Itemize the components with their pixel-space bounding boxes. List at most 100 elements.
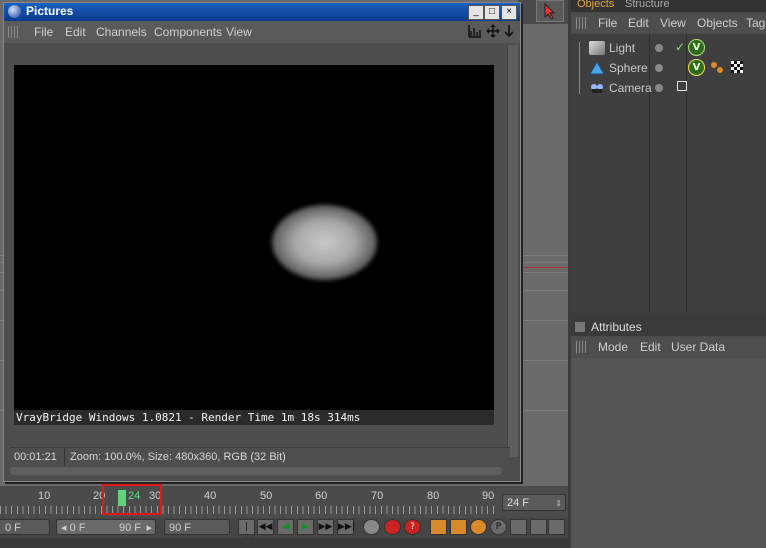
attributes-menu-edit[interactable]: Edit — [640, 340, 661, 354]
attributes-header: Attributes — [571, 318, 766, 336]
menu-edit[interactable]: Edit — [65, 25, 86, 39]
sphere-icon — [589, 61, 605, 75]
maximize-button[interactable]: □ — [484, 5, 500, 20]
vray-tag-icon[interactable]: V — [688, 39, 705, 56]
range-slider[interactable]: ◂ 0 F 90 F ▸ — [56, 519, 156, 535]
window-title: Pictures — [26, 4, 74, 18]
render-image[interactable]: VrayBridge Windows 1.0821 - Render Time … — [14, 65, 494, 425]
rendered-sphere — [272, 205, 377, 280]
object-row-light[interactable]: Light ✓ V — [579, 38, 759, 58]
timeline-ruler[interactable] — [0, 506, 496, 514]
range-end-value: 90 F — [119, 522, 142, 534]
highlight-box — [102, 484, 162, 515]
pictures-window[interactable]: Pictures _ □ × File Edit Channels Compon… — [3, 2, 521, 482]
zoom-arrow-icon[interactable] — [503, 24, 515, 41]
attributes-title: Attributes — [591, 320, 642, 334]
timeline[interactable]: 10 20 30 40 50 60 70 80 90 24 — [0, 484, 568, 518]
help-icon[interactable]: ? — [404, 519, 421, 535]
goto-end-button[interactable]: ▶▶| — [337, 519, 355, 535]
tick-label: 10 — [38, 490, 51, 502]
next-key-button[interactable]: ▶▶ — [317, 519, 334, 535]
object-row-sphere[interactable]: Sphere V — [579, 58, 759, 78]
menu-view[interactable]: View — [226, 25, 252, 39]
menu-file[interactable]: File — [34, 25, 53, 39]
objects-panel: Objects Structure File Edit View Objects… — [571, 0, 766, 312]
close-button[interactable]: × — [501, 5, 517, 20]
horizontal-scrollbar[interactable] — [10, 467, 502, 475]
objects-menu-tag[interactable]: Tag — [746, 16, 765, 30]
prev-key-button[interactable]: ◀◀ — [257, 519, 274, 535]
attributes-menubar: Mode Edit User Data — [571, 337, 766, 357]
timeline-window-icon[interactable] — [548, 519, 565, 535]
range-left-arrow-icon[interactable]: ◂ — [61, 522, 67, 534]
objects-menu-view[interactable]: View — [660, 16, 686, 30]
object-label: Camera — [609, 81, 652, 95]
goto-start-button[interactable]: |◀◀ — [238, 519, 255, 546]
target-tag-icon[interactable] — [677, 81, 687, 91]
panel-toggle-icon[interactable] — [575, 322, 585, 332]
start-frame-value: 0 F — [5, 522, 21, 534]
pictures-menubar: File Edit Channels Components View — [4, 21, 520, 43]
objects-menu-objects[interactable]: Objects — [697, 16, 738, 30]
object-label: Sphere — [609, 61, 648, 75]
histogram-icon[interactable] — [468, 24, 482, 41]
record-off-icon[interactable] — [363, 519, 380, 535]
move-key-icon[interactable] — [430, 519, 447, 535]
menu-components[interactable]: Components — [154, 25, 222, 39]
range-right-arrow-icon[interactable]: ▸ — [146, 520, 152, 536]
end-frame-field[interactable]: 90 F — [164, 519, 230, 535]
grip-icon — [576, 341, 586, 353]
spinner-icon[interactable]: ⇕ — [555, 495, 562, 512]
objects-menubar: File Edit View Objects Tag — [571, 13, 766, 33]
texture-tag-icon[interactable] — [731, 61, 743, 73]
grip-icon — [576, 17, 586, 29]
tab-structure[interactable]: Structure — [625, 0, 670, 10]
tick-label: 90 — [482, 490, 495, 502]
camera-icon — [589, 81, 605, 95]
objects-menu-edit[interactable]: Edit — [628, 16, 649, 30]
param-key-icon[interactable]: P — [490, 519, 507, 535]
cursor-tool-icon[interactable] — [536, 0, 564, 22]
sound-icon[interactable] — [530, 519, 547, 535]
objects-list: Light ✓ V Sphere V Camera — [571, 34, 766, 312]
vertical-scrollbar[interactable] — [507, 45, 518, 457]
fps-value: 24 F — [507, 497, 530, 509]
window-titlebar[interactable]: Pictures _ □ × — [4, 3, 520, 21]
tick-label: 70 — [371, 490, 384, 502]
check-icon[interactable]: ✓ — [675, 40, 685, 54]
attributes-menu-mode[interactable]: Mode — [598, 340, 628, 354]
minimize-button[interactable]: _ — [468, 5, 484, 20]
objects-menu-file[interactable]: File — [598, 16, 617, 30]
status-time: 00:01:21 — [14, 451, 57, 463]
scale-key-icon[interactable] — [450, 519, 467, 535]
attributes-panel: Attributes Mode Edit User Data — [571, 318, 766, 548]
tab-objects[interactable]: Objects — [577, 0, 614, 10]
fps-field[interactable]: 24 F ⇕ — [502, 494, 566, 511]
start-frame-field[interactable]: 0 F — [0, 519, 50, 535]
menu-channels[interactable]: Channels — [96, 25, 147, 39]
grip-icon — [8, 26, 18, 38]
visibility-dot-icon[interactable] — [655, 84, 663, 92]
play-forward-button[interactable]: ▶ — [297, 519, 314, 535]
move-icon[interactable] — [486, 24, 500, 41]
rotate-key-icon[interactable] — [470, 519, 487, 535]
play-backward-button[interactable]: ◀ — [277, 519, 294, 535]
attributes-menu-userdata[interactable]: User Data — [671, 340, 725, 354]
grid-key-icon[interactable] — [510, 519, 527, 535]
tree-line — [579, 42, 580, 94]
status-divider — [64, 448, 65, 466]
visibility-dot-icon[interactable] — [655, 44, 663, 52]
render-caption: VrayBridge Windows 1.0821 - Render Time … — [14, 410, 494, 425]
pictures-statusbar: 00:01:21 Zoom: 100.0%, Size: 480x360, RG… — [10, 447, 510, 466]
material-tag-icon[interactable] — [717, 67, 723, 73]
object-label: Light — [609, 41, 636, 55]
tick-label: 50 — [260, 490, 273, 502]
visibility-dot-icon[interactable] — [655, 64, 663, 72]
vray-tag-icon[interactable]: V — [688, 59, 705, 76]
attributes-body — [571, 358, 766, 548]
status-line — [0, 538, 568, 548]
record-icon[interactable] — [384, 519, 401, 535]
object-row-camera[interactable]: Camera — [579, 78, 759, 98]
status-info: Zoom: 100.0%, Size: 480x360, RGB (32 Bit… — [70, 451, 286, 463]
material-tag-icon[interactable] — [711, 62, 717, 68]
